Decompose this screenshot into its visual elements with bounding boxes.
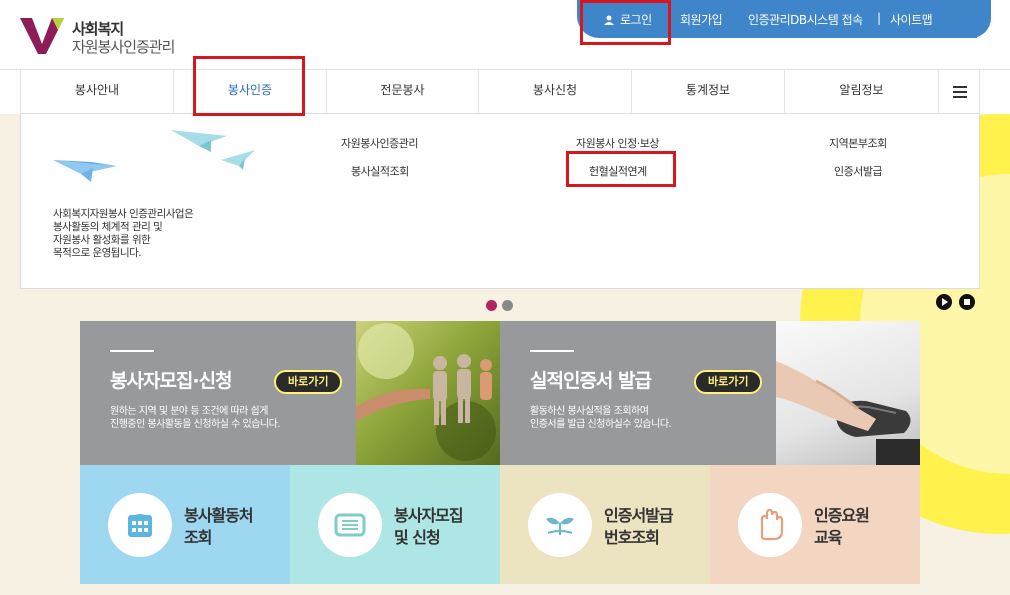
mouse-photo — [776, 321, 920, 465]
card-title: 실적인증서 발급 — [530, 370, 652, 392]
submenu-link-record-lookup[interactable]: 봉사실적조회 — [351, 163, 409, 179]
card-divider — [110, 350, 154, 352]
login-highlight-box — [580, 0, 671, 45]
sprout-icon — [546, 517, 574, 535]
card-description: 원하는 지역 및 분야 등 조건에 따라 쉽게 진행중인 봉사활동을 신청하실 … — [110, 406, 281, 430]
main-nav: 봉사안내 봉사인증 전문봉사 봉사신청 통계정보 알림정보 — [20, 70, 980, 114]
hamburger-menu-button[interactable] — [938, 70, 980, 114]
logo-title-line2: 자원봉사인증관리 — [72, 38, 175, 56]
tile-icon-circle — [528, 493, 592, 557]
goto-button[interactable]: 바로가기 — [694, 370, 763, 394]
tile-label: 봉사활동처 조회 — [184, 506, 254, 547]
tile-recruit-apply[interactable]: 봉사자모집 및 신청 — [290, 465, 500, 584]
document-icon — [334, 513, 366, 537]
submenu-link-reward[interactable]: 자원봉사 인정·보상 — [576, 135, 659, 151]
card-description: 활동하신 봉사실적을 조회하여 인증서를 발급 신청하실수 있습니다. — [530, 406, 672, 430]
tile-label: 봉사자모집 및 신청 — [394, 506, 464, 547]
hands-photo — [356, 321, 500, 465]
slide-dot-active[interactable] — [486, 300, 497, 311]
tile-icon-circle — [738, 493, 802, 557]
topbar-separator: | — [877, 11, 882, 25]
submenu-link-certificate-issue[interactable]: 인증서발급 — [834, 163, 883, 179]
card-title: 봉사자모집·신청 — [110, 370, 233, 392]
menu-bar-icon — [953, 86, 967, 88]
submenu-link-regional-office[interactable]: 지역본부조회 — [829, 135, 887, 151]
nav-certification-highlight-box — [193, 56, 305, 116]
logo-v-icon — [20, 18, 64, 54]
nav-item-guide[interactable]: 봉사안내 — [20, 70, 173, 114]
certification-submenu: 사회복지자원봉사 인증관리사업은 봉사활동의 체계적 관리 및 자원봉사 활성화… — [20, 114, 980, 289]
submenu-link-cert-management[interactable]: 자원봉사인증관리 — [341, 135, 418, 151]
site-logo[interactable]: 사회복지 자원봉사인증관리 — [18, 12, 188, 58]
slide-dot[interactable] — [502, 300, 513, 311]
hand-on-mouse-image — [776, 361, 920, 465]
nav-item-statistics[interactable]: 통계정보 — [631, 70, 784, 114]
volunteer-recruit-card[interactable]: 봉사자모집·신청 바로가기 원하는 지역 및 분야 등 조건에 따라 쉽게 진행… — [80, 321, 356, 465]
submenu-description: 사회복지자원봉사 인증관리사업은 봉사활동의 체계적 관리 및 자원봉사 활성화… — [53, 208, 194, 259]
tile-activity-lookup[interactable]: 봉사활동처 조회 — [80, 465, 290, 584]
goto-button[interactable]: 바로가기 — [274, 370, 343, 394]
nav-item-apply[interactable]: 봉사신청 — [478, 70, 631, 114]
db-system-link[interactable]: 인증관리DB시스템 접속 — [748, 11, 863, 28]
play-icon — [942, 298, 948, 306]
tile-label: 인증요원 교육 — [814, 506, 870, 547]
site-header: 사회복지 자원봉사인증관리 로그인 회원가입 인증관리DB시스템 접속 | 사이… — [0, 0, 1010, 70]
building-icon — [128, 514, 152, 537]
paper-plane-icon — [53, 130, 255, 182]
play-button[interactable] — [936, 294, 952, 310]
stop-icon — [964, 299, 970, 305]
tile-icon-circle — [108, 493, 172, 557]
tile-certificate-number[interactable]: 인증서발급 번호조회 — [500, 465, 710, 584]
tile-staff-training[interactable]: 인증요원 교육 — [710, 465, 920, 584]
blood-donation-highlight-box — [566, 151, 676, 187]
stop-button[interactable] — [959, 294, 975, 310]
card-divider — [530, 350, 574, 352]
menu-bar-icon — [953, 91, 967, 93]
hand-icon — [760, 508, 784, 541]
paper-people-image — [356, 323, 496, 461]
sitemap-link[interactable]: 사이트맵 — [890, 11, 933, 28]
tile-label: 인증서발급 번호조회 — [604, 506, 674, 547]
signup-link[interactable]: 회원가입 — [680, 11, 723, 28]
certificate-issue-card[interactable]: 실적인증서 발급 바로가기 활동하신 봉사실적을 조회하여 인증서를 발급 신청… — [500, 321, 776, 465]
menu-bar-icon — [953, 96, 967, 98]
nav-item-professional[interactable]: 전문봉사 — [326, 70, 478, 114]
nav-item-notice[interactable]: 알림정보 — [784, 70, 938, 114]
tile-icon-circle — [318, 493, 382, 557]
